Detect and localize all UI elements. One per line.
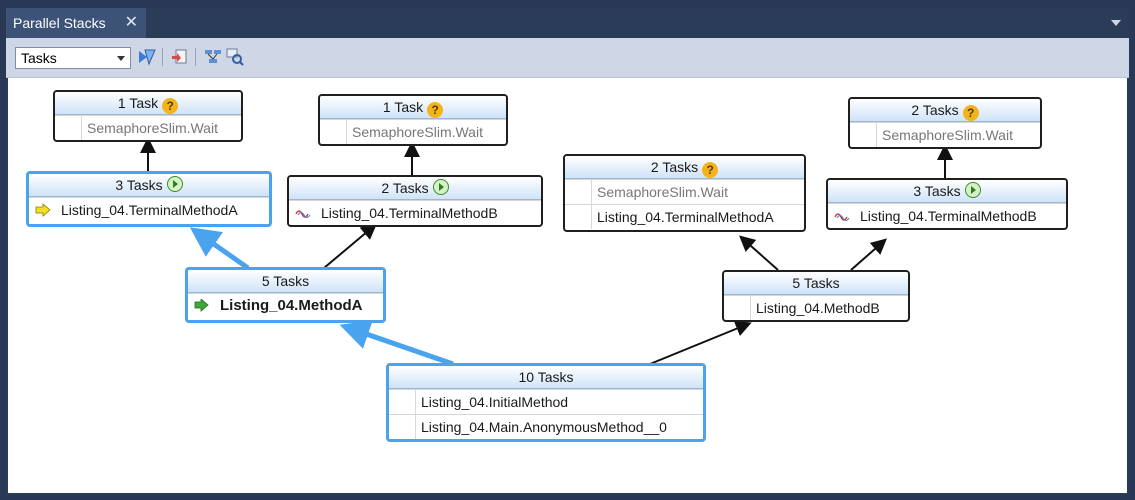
stack-frame-row[interactable]: Listing_04.MethodB <box>724 295 908 320</box>
status-running-icon <box>964 182 981 198</box>
node-header: 3 Tasks <box>828 180 1066 203</box>
node-header: 2 Tasks? <box>850 99 1040 122</box>
edge <box>850 238 888 271</box>
edge <box>323 223 378 269</box>
context-switch-wave-icon <box>295 210 311 218</box>
view-mode-value: Tasks <box>21 50 57 66</box>
stack-node-3-tasks-terminal-b[interactable]: 3 Tasks Listing_04.TerminalMethodB <box>826 178 1068 230</box>
node-header: 10 Tasks <box>389 366 703 389</box>
stack-frame-row[interactable]: Listing_04.TerminalMethodA <box>29 197 269 222</box>
diagram-canvas[interactable]: 1 Task? SemaphoreSlim.Wait 1 Task? Semap… <box>8 78 1127 493</box>
question-icon: ? <box>427 102 444 118</box>
status-running-icon <box>432 179 449 195</box>
edge <box>649 321 752 365</box>
question-icon: ? <box>962 105 979 121</box>
node-header: 2 Tasks? <box>565 156 804 179</box>
node-header: 1 Task? <box>55 92 241 115</box>
question-icon: ? <box>162 98 179 114</box>
edge <box>739 235 779 271</box>
chevron-down-icon[interactable] <box>117 56 125 61</box>
node-header: 2 Tasks <box>289 177 541 200</box>
current-thread-arrow-icon <box>35 203 51 217</box>
stack-frame-row[interactable]: Listing_04.TerminalMethodA <box>565 204 804 229</box>
parallel-stacks-window: Parallel Stacks ✕ Tasks 1 Task ? Semapho… <box>6 8 1129 495</box>
window-menu-dropdown-icon[interactable] <box>1111 20 1121 26</box>
toolbar-separator <box>195 48 196 66</box>
view-mode-combo[interactable]: Tasks <box>15 47 131 69</box>
context-switch-wave-icon <box>834 213 850 221</box>
stack-frame-row[interactable]: Listing_04.InitialMethod <box>389 389 703 414</box>
stack-frame-row[interactable]: SemaphoreSlim.Wait <box>850 122 1040 147</box>
stack-node-5-tasks-method-a[interactable]: 5 Tasks Listing_04.MethodA <box>185 267 386 323</box>
question-icon: ? <box>702 162 719 178</box>
edge-selected <box>339 320 454 367</box>
stack-node-1-task-left[interactable]: 1 Task? SemaphoreSlim.Wait <box>53 90 243 142</box>
stack-frame-row[interactable]: Listing_04.MethodA <box>188 293 383 318</box>
status-running-icon <box>166 176 183 192</box>
close-icon[interactable]: ✕ <box>125 8 138 38</box>
toggle-method-view-icon[interactable] <box>137 47 157 67</box>
stack-frame-row[interactable]: SemaphoreSlim.Wait <box>565 179 804 204</box>
stack-frame-row[interactable]: SemaphoreSlim.Wait <box>320 119 506 144</box>
stack-frame-row[interactable]: Listing_04.TerminalMethodB <box>289 200 541 225</box>
stack-node-10-tasks[interactable]: 10 Tasks Listing_04.InitialMethod Listin… <box>386 363 706 442</box>
node-header: 1 Task? <box>320 96 506 119</box>
stack-frame-row[interactable]: SemaphoreSlim.Wait <box>55 115 241 140</box>
stack-node-2-tasks-semaphore-terminal-a[interactable]: 2 Tasks? SemaphoreSlim.Wait Listing_04.T… <box>563 154 806 232</box>
toolbar-separator <box>162 48 163 66</box>
thread-switch-icon <box>194 299 209 312</box>
stack-node-2-tasks-top-right[interactable]: 2 Tasks? SemaphoreSlim.Wait <box>848 97 1042 149</box>
node-header: 5 Tasks <box>724 272 908 295</box>
stack-node-1-task-middle[interactable]: 1 Task? SemaphoreSlim.Wait <box>318 94 508 146</box>
stack-frame-row[interactable]: Listing_04.TerminalMethodB <box>828 203 1066 228</box>
tab-strip: Parallel Stacks ✕ <box>6 8 1129 38</box>
tab-parallel-stacks[interactable]: Parallel Stacks ✕ <box>6 8 146 38</box>
tab-title: Parallel Stacks <box>13 15 106 31</box>
toolbar: Tasks <box>6 38 1129 78</box>
edge-selected <box>189 227 250 271</box>
go-to-current-icon[interactable] <box>170 47 190 67</box>
flag-threads-icon[interactable] <box>203 47 223 67</box>
stack-node-5-tasks-method-b[interactable]: 5 Tasks Listing_04.MethodB <box>722 270 910 322</box>
stack-frame-row[interactable]: Listing_04.Main.AnonymousMethod__0 <box>389 414 703 439</box>
node-header: 5 Tasks <box>188 270 383 293</box>
stack-node-3-tasks-terminal-a[interactable]: 3 Tasks Listing_04.TerminalMethodA <box>26 171 272 227</box>
stack-node-2-tasks-terminal-b[interactable]: 2 Tasks Listing_04.TerminalMethodB <box>287 175 543 227</box>
zoom-icon[interactable] <box>225 47 245 67</box>
node-header: 3 Tasks <box>29 174 269 197</box>
